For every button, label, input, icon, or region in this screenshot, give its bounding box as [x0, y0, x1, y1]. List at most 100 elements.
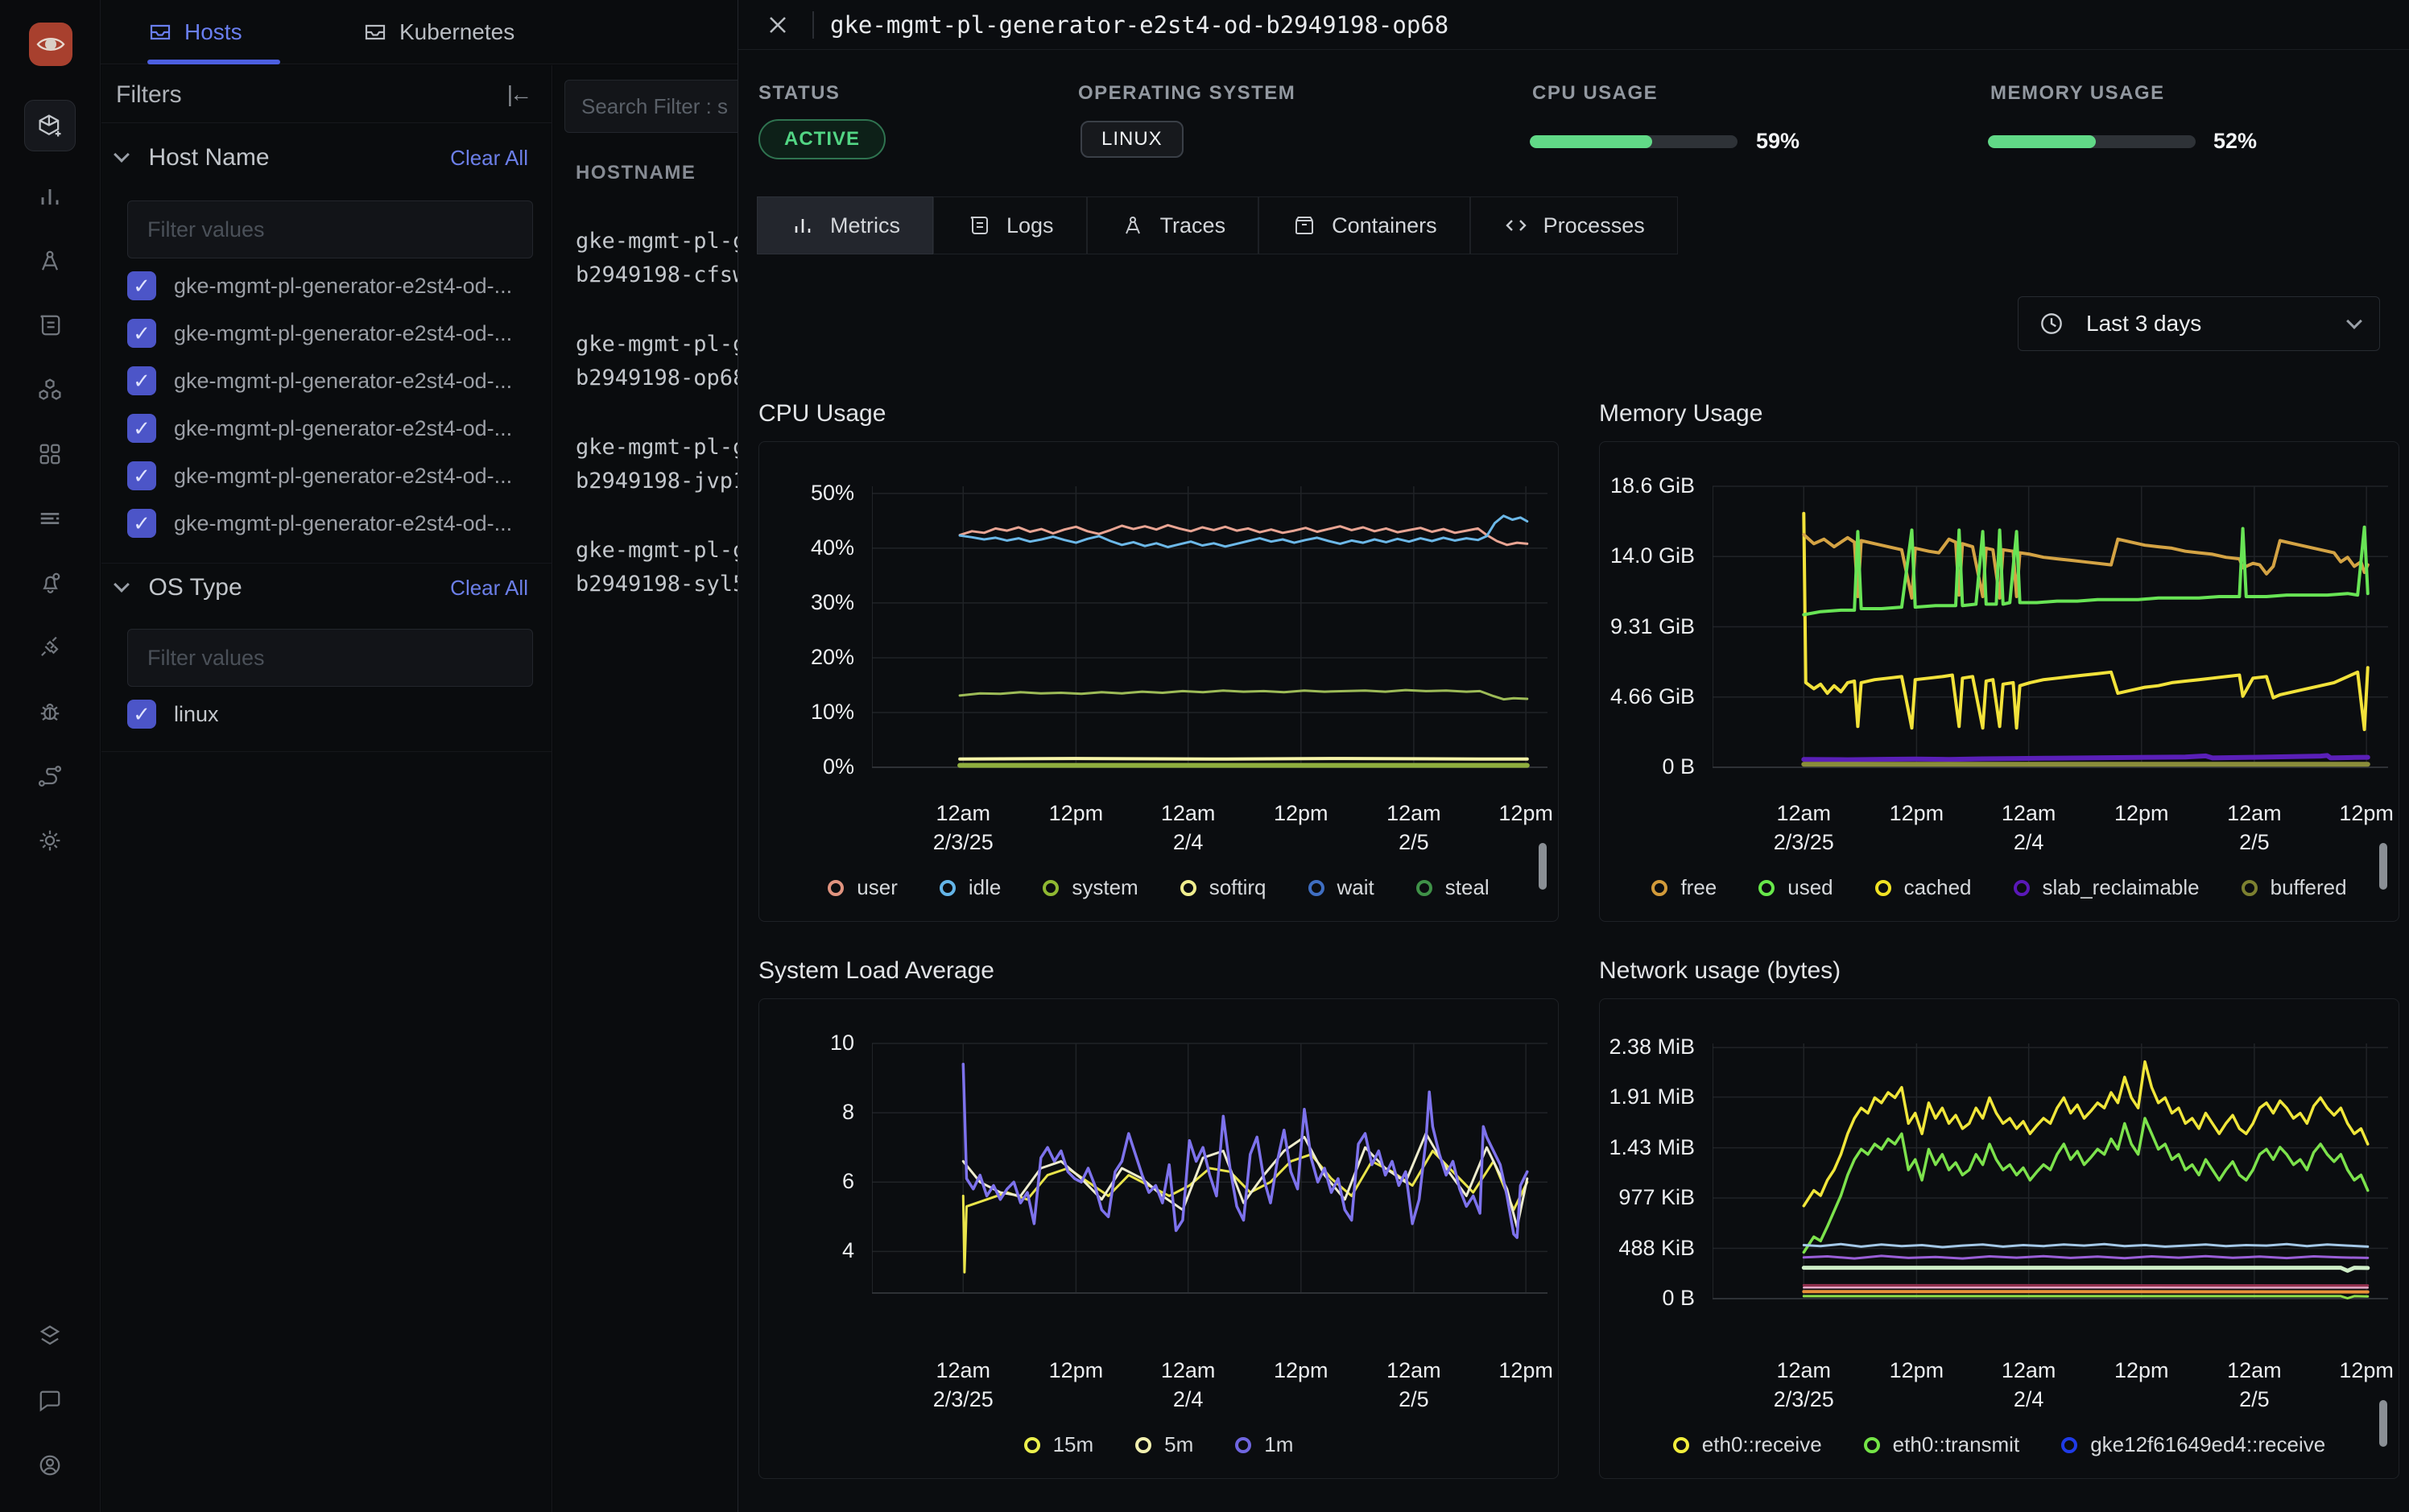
load-legend: 15m 5m 1m: [759, 1432, 1558, 1457]
y-axis-tick: 2.38 MiB: [1600, 1035, 1695, 1060]
host-checkbox-row[interactable]: ✓ gke-mgmt-pl-generator-e2st4-od-...: [127, 316, 538, 351]
checkbox-checked-icon[interactable]: ✓: [127, 271, 156, 300]
checkbox-checked-icon[interactable]: ✓: [127, 366, 156, 395]
clear-all-link[interactable]: Clear All: [450, 576, 528, 601]
os-type-filter-input[interactable]: [127, 629, 533, 687]
legend-item[interactable]: free: [1651, 875, 1717, 900]
tab-kubernetes[interactable]: Kubernetes: [362, 0, 514, 64]
tab-label: Containers: [1332, 213, 1437, 238]
bell-icon: [35, 568, 64, 597]
chevron-down-icon[interactable]: [114, 576, 130, 593]
legend-scrollbar[interactable]: [1539, 843, 1547, 890]
checkbox-checked-icon[interactable]: ✓: [127, 319, 156, 348]
host-row[interactable]: gke-mgmt-pl-g b2949198-op68: [576, 328, 738, 395]
host-checkbox-row[interactable]: ✓ gke-mgmt-pl-generator-e2st4-od-...: [127, 363, 538, 399]
checkbox-checked-icon[interactable]: ✓: [127, 509, 156, 538]
chart-block-network: Network usage (bytes) 2.38 MiB1.91 MiB1.…: [1599, 957, 2399, 1479]
time-range-select[interactable]: Last 3 days: [2018, 296, 2380, 351]
host-name-filter-input[interactable]: [127, 200, 533, 258]
checkbox-checked-icon[interactable]: ✓: [127, 461, 156, 490]
legend-scrollbar[interactable]: [2379, 843, 2387, 890]
rail-item-support[interactable]: [24, 1375, 76, 1427]
tab-metrics[interactable]: Metrics: [757, 196, 933, 254]
os-checkbox-row[interactable]: ✓ linux: [127, 696, 538, 732]
legend-item[interactable]: eth0::receive: [1673, 1432, 1822, 1457]
legend-item[interactable]: eth0::transmit: [1864, 1432, 2020, 1457]
x-axis-tick: 12pm: [2339, 1358, 2394, 1383]
legend-label: softirq: [1209, 875, 1266, 900]
host-row[interactable]: gke-mgmt-pl-g b2949198-syl5: [576, 534, 738, 601]
rail-item-infrastructure[interactable]: [24, 100, 76, 151]
chart-card-network[interactable]: 2.38 MiB1.91 MiB1.43 MiB977 KiB488 KiB0 …: [1599, 998, 2399, 1479]
host-row[interactable]: gke-mgmt-pl-g b2949198-cfsw: [576, 225, 738, 292]
host-row[interactable]: gke-mgmt-pl-g b2949198-jvp1: [576, 431, 738, 498]
rail-item-settings[interactable]: [24, 815, 76, 866]
filters-panel: Filters |← Host Name Clear All ✓ gke-mgm…: [101, 65, 552, 1512]
legend-item[interactable]: cached: [1875, 875, 1972, 900]
host-checkbox-row[interactable]: ✓ gke-mgmt-pl-generator-e2st4-od-...: [127, 268, 538, 304]
chart-card-load[interactable]: 1086412am2/3/2512pm12am2/412pm12am2/512p…: [758, 998, 1559, 1479]
legend-scrollbar[interactable]: [2379, 1400, 2387, 1447]
legend-item[interactable]: used: [1758, 875, 1833, 900]
checkbox-checked-icon[interactable]: ✓: [127, 414, 156, 443]
legend-item[interactable]: idle: [940, 875, 1001, 900]
compass-icon: [1120, 213, 1146, 238]
tab-kubernetes-label: Kubernetes: [399, 19, 514, 45]
network-plot: [1713, 999, 2388, 1310]
rail-item-logs[interactable]: [24, 300, 76, 351]
legend-ring-icon: [1875, 880, 1891, 896]
rail-item-integrations[interactable]: [24, 622, 76, 673]
rail-item-dashboard-grid[interactable]: [24, 428, 76, 480]
legend-ring-icon: [2242, 880, 2258, 896]
tab-traces[interactable]: Traces: [1087, 196, 1259, 254]
bar-chart-icon: [790, 213, 816, 238]
legend-item[interactable]: softirq: [1180, 875, 1266, 900]
app-logo[interactable]: [29, 23, 72, 66]
rail-item-service-map[interactable]: [24, 750, 76, 802]
rail-item-exceptions[interactable]: [24, 686, 76, 737]
x-axis-tick-date: 2/5: [1399, 1387, 1429, 1412]
legend-item[interactable]: steal: [1416, 875, 1490, 900]
host-checkbox-row[interactable]: ✓ gke-mgmt-pl-generator-e2st4-od-...: [127, 506, 538, 541]
x-axis-tick: 12am: [1386, 801, 1441, 826]
rail-item-traces[interactable]: [24, 235, 76, 287]
legend-item[interactable]: system: [1043, 875, 1138, 900]
legend-item[interactable]: 5m: [1135, 1432, 1193, 1457]
close-icon[interactable]: [766, 13, 790, 37]
checkbox-checked-icon[interactable]: ✓: [127, 700, 156, 729]
x-axis-tick: 12pm: [1274, 1358, 1328, 1383]
tab-hosts[interactable]: Hosts: [147, 0, 242, 64]
legend-item[interactable]: wait: [1308, 875, 1374, 900]
chart-block-load: System Load Average 1086412am2/3/2512pm1…: [758, 957, 1559, 1479]
chevron-down-icon[interactable]: [114, 147, 130, 163]
host-search-input[interactable]: [564, 80, 738, 133]
host-checkbox-row[interactable]: ✓ gke-mgmt-pl-generator-e2st4-od-...: [127, 411, 538, 446]
tab-processes[interactable]: Processes: [1470, 196, 1678, 254]
legend-item[interactable]: 1m: [1235, 1432, 1293, 1457]
legend-item[interactable]: slab_reclaimable: [2014, 875, 2200, 900]
rail-item-alerts[interactable]: [24, 557, 76, 609]
legend-item[interactable]: user: [828, 875, 898, 900]
cpu-plot: [872, 442, 1547, 779]
rail-item-versions[interactable]: [24, 1311, 76, 1362]
rail-item-dashboards[interactable]: [24, 171, 76, 222]
clear-all-link[interactable]: Clear All: [450, 146, 528, 171]
tab-containers[interactable]: Containers: [1258, 196, 1470, 254]
legend-ring-icon: [940, 880, 956, 896]
section-title[interactable]: OS Type: [148, 574, 242, 601]
section-title[interactable]: Host Name: [148, 144, 269, 171]
chart-card-cpu[interactable]: 50%40%30%20%10%0%12am2/3/2512pm12am2/412…: [758, 441, 1559, 922]
rail-item-services[interactable]: [24, 364, 76, 415]
chart-block-memory: Memory Usage 18.6 GiB14.0 GiB9.31 GiB4.6…: [1599, 400, 2399, 922]
tab-logs[interactable]: Logs: [933, 196, 1087, 254]
legend-ring-icon: [1043, 880, 1059, 896]
legend-item[interactable]: gke12f61649ed4::receive: [2061, 1432, 2325, 1457]
host-checkbox-row[interactable]: ✓ gke-mgmt-pl-generator-e2st4-od-...: [127, 458, 538, 494]
chart-card-memory[interactable]: 18.6 GiB14.0 GiB9.31 GiB4.66 GiB0 B12am2…: [1599, 441, 2399, 922]
legend-label: free: [1680, 875, 1717, 900]
legend-item[interactable]: 15m: [1024, 1432, 1094, 1457]
rail-item-account[interactable]: [24, 1440, 76, 1491]
legend-item[interactable]: buffered: [2242, 875, 2347, 900]
rail-item-pipelines[interactable]: [24, 493, 76, 544]
collapse-panel-icon[interactable]: |←: [507, 81, 529, 107]
